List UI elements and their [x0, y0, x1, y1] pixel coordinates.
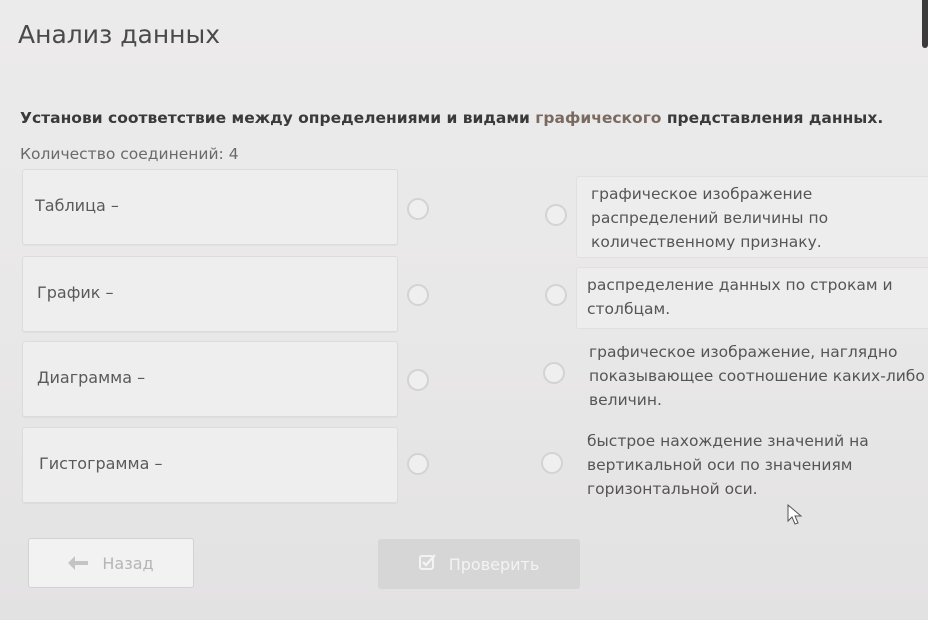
definition-connector-circle-2[interactable] — [545, 284, 567, 306]
definition-text: быстрое нахождение значений на вертикаль… — [587, 432, 869, 498]
checkbox-check-icon — [418, 554, 437, 574]
arrow-left-icon — [68, 556, 89, 570]
check-button-label: Проверить — [448, 554, 540, 574]
definition-text: распределение данных по строкам и столбц… — [587, 276, 893, 318]
connections-count: Количество соединений: 4 — [20, 145, 239, 163]
mouse-pointer-icon — [787, 503, 803, 530]
definition-card-2[interactable]: распределение данных по строкам и столбц… — [576, 267, 928, 329]
definition-connector-circle-3[interactable] — [543, 362, 565, 384]
term-label: Таблица – — [35, 196, 119, 215]
term-connector-circle-2[interactable] — [407, 284, 429, 306]
definition-text: графическое изображение распределений ве… — [591, 185, 829, 251]
term-label: Гистограмма – — [39, 454, 163, 473]
term-card-histogram[interactable]: Гистограмма – — [22, 427, 398, 503]
term-card-table[interactable]: Таблица – — [22, 169, 398, 245]
term-card-diagram[interactable]: Диаграмма – — [22, 341, 398, 417]
app-title: Анализ данных — [18, 20, 221, 49]
term-connector-circle-3[interactable] — [407, 369, 429, 391]
check-button[interactable]: Проверить — [378, 539, 580, 589]
definition-connector-circle-1[interactable] — [545, 204, 567, 226]
term-label: График – — [37, 283, 114, 302]
definition-card-3[interactable]: графическое изображение, наглядно показы… — [578, 334, 928, 414]
instruction-text-end: представления данных. — [661, 109, 884, 127]
definition-text: графическое изображение, наглядно показы… — [589, 343, 925, 409]
definition-connector-circle-4[interactable] — [541, 452, 563, 474]
definition-card-1[interactable]: графическое изображение распределений ве… — [576, 176, 928, 258]
instruction-highlight: графического — [535, 109, 662, 127]
instruction-text-start: Установи соответствие между определениям… — [20, 109, 536, 127]
term-label: Диаграмма – — [37, 368, 146, 387]
definition-card-4[interactable]: быстрое нахождение значений на вертикаль… — [576, 423, 928, 505]
term-card-graph[interactable]: График – — [22, 256, 398, 332]
task-instruction: Установи соответствие между определениям… — [20, 109, 883, 127]
scrollbar-thumb[interactable] — [922, 0, 928, 48]
back-button[interactable]: Назад — [28, 538, 194, 588]
back-button-label: Назад — [102, 553, 154, 573]
term-connector-circle-1[interactable] — [407, 198, 429, 220]
term-connector-circle-4[interactable] — [407, 453, 429, 475]
